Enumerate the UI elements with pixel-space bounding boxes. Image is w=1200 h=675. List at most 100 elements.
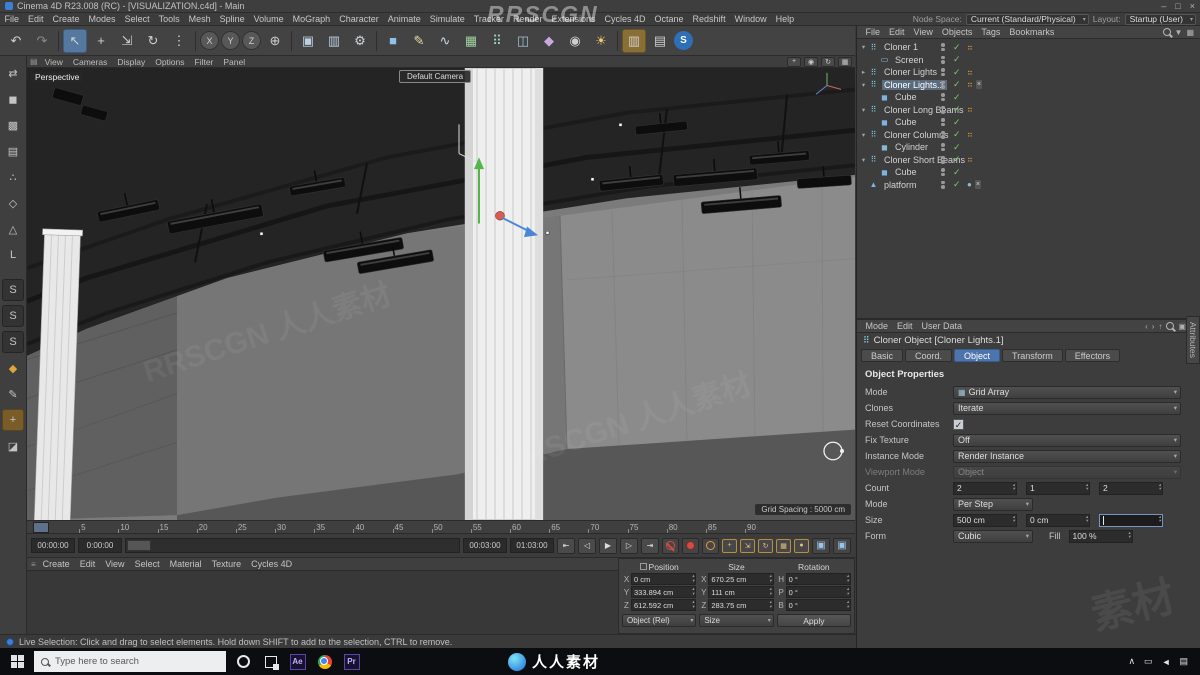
object-row-cube[interactable]: ◼ Cube ✓ [857, 116, 1200, 129]
vertex-point[interactable] [590, 177, 595, 181]
am-menu-edit[interactable]: Edit [893, 321, 918, 331]
minimize-button[interactable]: – [1161, 1, 1166, 11]
fill-field[interactable]: 100 % ▴ ▾ [1068, 529, 1133, 543]
menu-item-octane[interactable]: Octane [650, 14, 688, 24]
render-picture-viewer-button[interactable]: ▥ [322, 29, 346, 53]
stepper-icon[interactable]: ▴ ▾ [1086, 515, 1088, 524]
stepper-icon[interactable]: ▴ ▾ [1013, 483, 1015, 492]
cortana-icon[interactable] [230, 648, 257, 675]
preview-range-button[interactable]: ▣ [812, 537, 830, 554]
expand-arrow-icon[interactable]: ▾ [859, 43, 868, 51]
task-view-icon[interactable] [257, 648, 284, 675]
modeling-settings-icon[interactable]: + [2, 409, 24, 431]
range-end-field[interactable]: 00:03:00 [463, 538, 507, 553]
count-field-3[interactable]: 2 ▴ ▾ [1099, 481, 1163, 495]
tray-volume-icon[interactable]: ◄ [1162, 657, 1171, 667]
om-menu-view[interactable]: View [909, 27, 937, 37]
key-scale-button[interactable]: ⇲ [740, 538, 755, 553]
menu-item-mograph[interactable]: MoGraph [288, 14, 335, 24]
object-row-cloner-lights[interactable]: ▸ ⠿ Cloner Lights ✓ ⠶ [857, 66, 1200, 79]
visibility-dots-icon[interactable] [941, 155, 945, 164]
enabled-check-icon[interactable]: ✓ [953, 67, 961, 78]
object-row-cloner-columns[interactable]: ▾ ⠿ Cloner Columns ✓ ⠶ [857, 129, 1200, 142]
lock-x-axis[interactable]: X [200, 31, 219, 50]
tab-effectors[interactable]: Effectors [1064, 349, 1121, 362]
coords-field-size-y[interactable]: 111 cm ▴ ▾ [708, 586, 774, 598]
view-name-label[interactable]: Perspective [31, 72, 84, 82]
premiere-icon[interactable]: Pr [338, 648, 365, 675]
expand-arrow-icon[interactable]: ▸ [859, 68, 868, 76]
zoom-view-icon[interactable]: ◉ [804, 56, 818, 67]
materials-menu-texture[interactable]: Texture [207, 559, 247, 569]
key-parameter-button[interactable]: ▦ [776, 538, 791, 553]
project-end-field[interactable]: 01:03:00 [510, 538, 554, 553]
taskbar-search[interactable]: Type here to search [34, 651, 226, 672]
enabled-check-icon[interactable]: ✓ [953, 104, 961, 115]
tab-coord[interactable]: Coord. [905, 349, 953, 362]
materials-menu-edit[interactable]: Edit [75, 559, 101, 569]
am-back-icon[interactable]: ‹ [1145, 322, 1148, 331]
stepper-icon[interactable]: ▴ ▾ [847, 574, 849, 583]
enabled-check-icon[interactable]: ✓ [953, 92, 961, 103]
viewport-menu-cameras[interactable]: Cameras [68, 57, 112, 67]
go-to-start-button[interactable]: ⇤ [557, 537, 575, 554]
object-row-platform[interactable]: ▲ platform ✓ ● × [857, 179, 1200, 192]
menu-item-edit[interactable]: Edit [24, 14, 49, 24]
tab-object[interactable]: Object [954, 349, 1001, 362]
after-effects-icon[interactable]: Ae [284, 648, 311, 675]
key-rotation-button[interactable]: ↻ [758, 538, 773, 553]
mode-select[interactable]: ▦ Grid Array [953, 385, 1181, 399]
visibility-dots-icon[interactable] [941, 130, 945, 139]
light-object[interactable]: ☀ [589, 29, 613, 53]
enabled-check-icon[interactable]: ✓ [953, 54, 961, 65]
scale-tool[interactable]: ⇲ [115, 29, 139, 53]
om-menu-file[interactable]: File [861, 27, 885, 37]
stepper-icon[interactable]: ▴ ▾ [692, 574, 694, 583]
play-button[interactable]: ▶ [599, 537, 617, 554]
stepper-icon[interactable]: ▴ ▾ [847, 587, 849, 596]
object-axis-icon[interactable]: L [2, 244, 24, 266]
menu-item-tools[interactable]: Tools [154, 14, 184, 24]
center-column[interactable] [464, 67, 544, 520]
cross-tag-icon[interactable]: × [975, 80, 982, 90]
camera-object[interactable]: ◉ [563, 29, 587, 53]
enable-snap-icon[interactable]: ◆ [2, 357, 24, 379]
enabled-check-icon[interactable]: ✓ [953, 129, 961, 140]
expand-arrow-icon[interactable]: ▾ [859, 131, 868, 139]
attributes-side-tab[interactable]: Attributes [1186, 316, 1200, 364]
tray-display-icon[interactable]: ▭ [1144, 656, 1153, 667]
live-selection-tool[interactable]: ↖ [63, 28, 87, 53]
menu-item-file[interactable]: File [0, 14, 24, 24]
am-up-icon[interactable]: ↑ [1158, 322, 1162, 331]
viewport-menu-options[interactable]: Options [150, 57, 189, 67]
reset-coordinates-checkbox[interactable]: ✓ [953, 418, 964, 430]
stepper-icon[interactable]: ▴ ▾ [1086, 483, 1088, 492]
subdivision-surface-object[interactable]: ▦ [459, 29, 483, 53]
menu-item-select[interactable]: Select [120, 14, 154, 24]
menu-item-character[interactable]: Character [335, 14, 384, 24]
render-settings-button[interactable]: ⚙ [348, 29, 372, 53]
size-field-3[interactable]: ▴ ▾ [1099, 513, 1163, 527]
object-row-cloner-long-beams[interactable]: ▾ ⠿ Cloner Long Beams ✓ ⠶ [857, 104, 1200, 117]
menu-item-modes[interactable]: Modes [84, 14, 120, 24]
viewport[interactable]: ▤ View Cameras Display Options Filter Panel +… [27, 56, 855, 520]
add-cube-object[interactable]: ■ [381, 29, 405, 53]
stepper-icon[interactable]: ▴ ▾ [1013, 515, 1015, 524]
menu-item-create[interactable]: Create [48, 14, 84, 24]
make-editable-icon[interactable]: ⇄ [2, 62, 24, 84]
enabled-check-icon[interactable]: ✓ [953, 142, 961, 153]
timeline-slider-handle[interactable] [127, 540, 151, 551]
visibility-dots-icon[interactable] [941, 55, 945, 64]
record-keyframe-button[interactable] [662, 537, 679, 554]
am-lock-icon[interactable]: ▣ [1178, 322, 1186, 331]
current-frame-marker[interactable] [33, 522, 49, 533]
rotate-tool[interactable]: ↻ [141, 29, 165, 53]
menu-item-extensions[interactable]: Extensions [547, 14, 600, 24]
mograph-tag-icon[interactable]: ⠶ [967, 68, 973, 77]
visibility-dots-icon[interactable] [941, 68, 945, 77]
coords-field-position-z[interactable]: 612.592 cm ▴ ▾ [631, 599, 697, 611]
cross-tag-icon[interactable]: × [974, 180, 981, 190]
points-mode-icon[interactable]: ∴ [2, 166, 24, 188]
enabled-check-icon[interactable]: ✓ [953, 117, 961, 128]
undo-icon[interactable]: ↶ [4, 29, 28, 53]
